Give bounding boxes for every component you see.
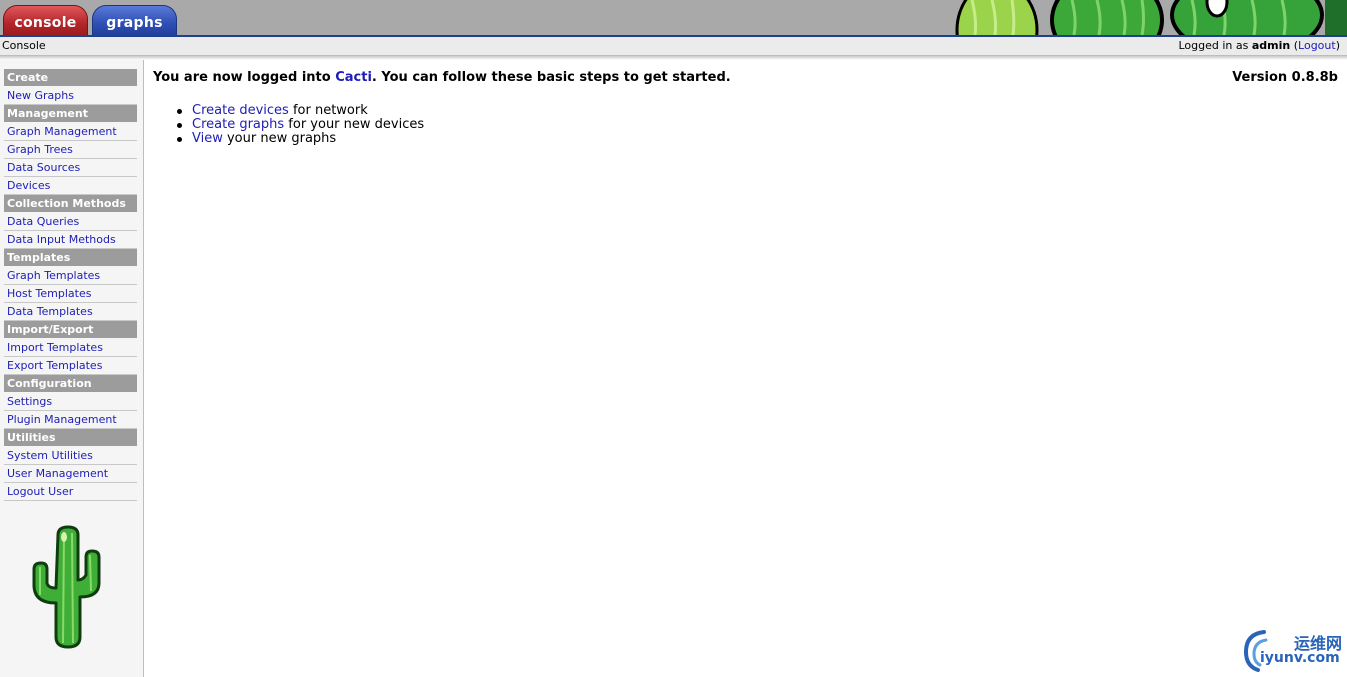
menu-item-data-sources[interactable]: Data Sources — [4, 159, 137, 177]
menu-item-graph-trees[interactable]: Graph Trees — [4, 141, 137, 159]
navbar-shadow — [0, 56, 1347, 60]
menu-item-graph-templates[interactable]: Graph Templates — [4, 267, 137, 285]
welcome-text-post: . You can follow these basic steps to ge… — [371, 70, 731, 85]
breadcrumb: Console — [2, 39, 46, 52]
menu-item-devices[interactable]: Devices — [4, 177, 137, 195]
menu-item-data-templates[interactable]: Data Templates — [4, 303, 137, 321]
navigation-bar: Console Logged in as admin (Logout) — [0, 37, 1347, 56]
version-label: Version 0.8.8b — [1232, 70, 1338, 85]
watermark: 运维网 iyunv.com — [1242, 628, 1342, 672]
menu-header-management: Management — [4, 105, 137, 122]
watermark-url-text: iyunv.com — [1260, 650, 1340, 666]
list-item: Create graphs for your new devices — [176, 117, 425, 132]
sidebar: Create New Graphs Management Graph Manag… — [0, 60, 144, 677]
tab-graphs[interactable]: graphs — [92, 5, 177, 35]
menu-item-settings[interactable]: Settings — [4, 393, 137, 411]
tab-console[interactable]: console — [3, 5, 88, 35]
cactus-banner-icon — [955, 0, 1347, 35]
menu-item-system-utilities[interactable]: System Utilities — [4, 447, 137, 465]
menu-item-logout-user[interactable]: Logout User — [4, 483, 137, 501]
getting-started-steps: Create devices for network Create graphs… — [176, 103, 425, 146]
cactus-logo-icon — [32, 525, 101, 649]
step-text: your new graphs — [222, 131, 337, 146]
menu-item-graph-management[interactable]: Graph Management — [4, 123, 137, 141]
username: admin — [1251, 39, 1291, 52]
view-graphs-link[interactable]: View — [192, 131, 223, 146]
menu-item-user-management[interactable]: User Management — [4, 465, 137, 483]
menu-item-import-templates[interactable]: Import Templates — [4, 339, 137, 357]
cacti-link[interactable]: Cacti — [335, 70, 372, 85]
step-text: for network — [288, 103, 368, 118]
list-item: View your new graphs — [176, 131, 424, 146]
menu-item-data-queries[interactable]: Data Queries — [4, 213, 137, 231]
menu-item-plugin-management[interactable]: Plugin Management — [4, 411, 137, 429]
menu-item-new-graphs[interactable]: New Graphs — [4, 87, 137, 105]
create-devices-link[interactable]: Create devices — [192, 103, 289, 118]
menu-item-data-input-methods[interactable]: Data Input Methods — [4, 231, 137, 249]
create-graphs-link[interactable]: Create graphs — [192, 117, 284, 132]
menu-header-import-export: Import/Export — [4, 321, 137, 338]
top-tab-bar: console graphs — [0, 0, 1347, 35]
menu-item-host-templates[interactable]: Host Templates — [4, 285, 137, 303]
menu-header-configuration: Configuration — [4, 375, 137, 392]
console-menu: Create New Graphs Management Graph Manag… — [4, 69, 137, 501]
menu-header-collection-methods: Collection Methods — [4, 195, 137, 212]
step-text: for your new devices — [284, 117, 425, 132]
welcome-message: You are now logged into Cacti. You can f… — [153, 70, 731, 85]
menu-item-export-templates[interactable]: Export Templates — [4, 357, 137, 375]
login-status: Logged in as admin (Logout) — [1178, 39, 1340, 52]
login-prefix: Logged in as — [1178, 39, 1249, 52]
list-item: Create devices for network — [176, 103, 424, 118]
menu-header-templates: Templates — [4, 249, 137, 266]
welcome-text: You are now logged into — [153, 70, 331, 85]
menu-header-create: Create — [4, 69, 137, 86]
logout-link[interactable]: Logout — [1298, 39, 1336, 52]
menu-header-utilities: Utilities — [4, 429, 137, 446]
